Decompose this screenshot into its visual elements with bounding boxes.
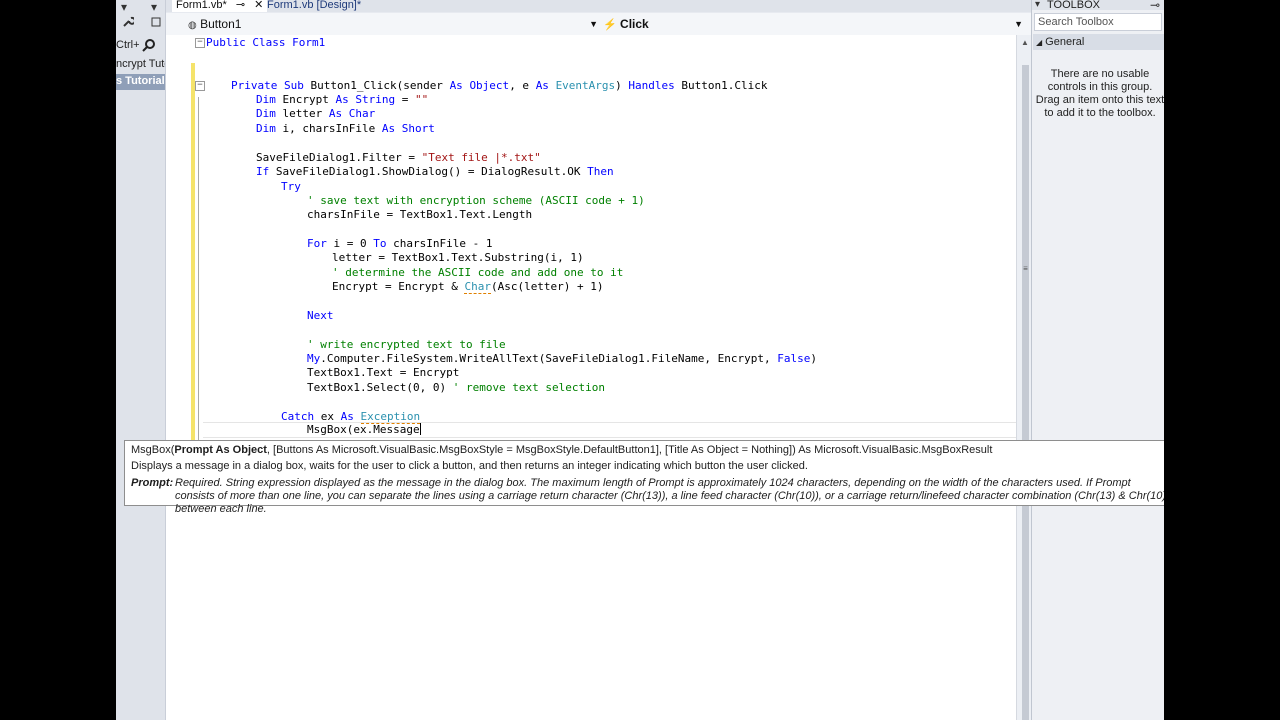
selected-project-label: s Tutorial: [116, 75, 165, 87]
change-tracking-margin: [191, 63, 195, 463]
tab-form1-design[interactable]: Form1.vb [Design]*: [263, 0, 365, 12]
scrollbar-thumb[interactable]: [1022, 65, 1029, 720]
toolbox-group-general[interactable]: ◢ General: [1033, 34, 1164, 50]
code-line: SaveFileDialog1.Filter = "Text file |*.t…: [256, 151, 541, 164]
search-icon[interactable]: [142, 38, 156, 52]
wrench-icon[interactable]: [122, 16, 134, 28]
properties-icon[interactable]: [150, 16, 162, 28]
code-line: Public Class Form1: [206, 36, 326, 49]
tab-label: Form1.vb*: [176, 0, 227, 11]
collapse-icon[interactable]: −: [195, 81, 205, 91]
project-item[interactable]: ncrypt Tuto: [116, 58, 165, 70]
document-tabs: Form1.vb* ⊸ ✕ Form1.vb [Design]*: [166, 0, 1034, 12]
code-line: Dim Encrypt As String = "": [256, 93, 429, 106]
close-tab-icon[interactable]: ✕: [254, 0, 263, 11]
tab-label: Form1.vb [Design]*: [267, 0, 362, 11]
code-line: Dim letter As Char: [256, 107, 376, 120]
code-line: letter = TextBox1.Text.Substring(i, 1): [332, 251, 584, 264]
collapse-triangle-icon: ◢: [1036, 38, 1043, 47]
code-line-current: MsgBox(ex.Message: [307, 423, 421, 436]
code-line: Try: [281, 180, 301, 193]
code-line: TextBox1.Select(0, 0) ' remove text sele…: [307, 381, 606, 394]
button-object-icon: ◍: [188, 20, 197, 31]
navigation-bar: ◍ Button1 ▼ ⚡ Click ▼: [166, 13, 1034, 36]
toolbox-dropdown-icon[interactable]: ▾: [1035, 0, 1040, 10]
parameter-info-tooltip: MsgBox(Prompt As Object, [Buttons As Mic…: [124, 440, 1164, 515]
tab-form1-vb[interactable]: Form1.vb* ⊸ ✕: [172, 0, 268, 12]
object-name: Button1: [200, 17, 242, 31]
code-line: Catch ex As Exception: [281, 410, 421, 424]
event-icon: ⚡: [603, 19, 617, 31]
code-line: Dim i, charsInFile As Short: [256, 122, 435, 135]
pin-tab-icon[interactable]: ⊸: [236, 0, 245, 11]
solution-explorer-strip: ▾ ▾ Ctrl+ ncrypt Tuto s Tutorial: [116, 0, 166, 720]
toolbox-empty-message: There are no usable controls in this gro…: [1035, 68, 1164, 119]
text-caret: [419, 423, 421, 435]
ide-window: ▾ ▾ Ctrl+ ncrypt Tuto s Tutorial Form1.v…: [116, 0, 1164, 720]
outline-guide: [198, 97, 199, 467]
event-dropdown[interactable]: ⚡ Click ▼: [603, 16, 1023, 32]
chevron-down-icon: ▼: [589, 19, 598, 29]
code-line: ' save text with encryption scheme (ASCI…: [307, 194, 645, 207]
scroll-up-icon[interactable]: ▲: [1021, 38, 1029, 47]
split-handle-icon[interactable]: ≡: [1021, 265, 1030, 273]
code-line: For i = 0 To charsInFile - 1: [307, 237, 493, 250]
object-dropdown[interactable]: ◍ Button1 ▼: [188, 16, 598, 32]
code-line: If SaveFileDialog1.ShowDialog() = Dialog…: [256, 165, 614, 178]
code-editor[interactable]: − − Public Class Form1 Private Sub Butto…: [166, 35, 1016, 720]
code-line: Private Sub Button1_Click(sender As Obje…: [231, 79, 768, 92]
pin-icon-2[interactable]: ▾: [151, 0, 157, 14]
collapse-icon[interactable]: −: [195, 38, 205, 48]
toolbox-panel: TOOLBOX ▾ ⊸ Search Toolbox ◢ General Ther…: [1031, 0, 1164, 720]
toolbox-header: TOOLBOX: [1032, 0, 1164, 11]
search-shortcut-label: Ctrl+: [116, 39, 140, 51]
code-line: Next: [307, 309, 334, 322]
code-line: My.Computer.FileSystem.WriteAllText(Save…: [307, 352, 817, 365]
code-line: Encrypt = Encrypt & Char(Asc(letter) + 1…: [332, 280, 604, 294]
event-name: Click: [620, 17, 649, 31]
chevron-down-icon: ▼: [1014, 19, 1023, 29]
parameter-name: Prompt:: [131, 477, 174, 489]
code-line: TextBox1.Text = Encrypt: [307, 366, 460, 379]
method-description: Displays a message in a dialog box, wait…: [131, 460, 808, 472]
parameter-description: Required. String expression displayed as…: [175, 477, 1164, 515]
code-line: ' write encrypted text to file: [307, 338, 506, 351]
toolbox-search-input[interactable]: Search Toolbox: [1034, 13, 1162, 31]
code-line: ' determine the ASCII code and add one t…: [332, 266, 624, 279]
group-label: General: [1045, 36, 1085, 48]
method-signature: MsgBox(Prompt As Object, [Buttons As Mic…: [131, 444, 993, 456]
pin-icon[interactable]: ⊸: [1150, 0, 1160, 12]
pin-icon[interactable]: ▾: [121, 0, 127, 14]
code-line: charsInFile = TextBox1.Text.Length: [307, 208, 533, 221]
